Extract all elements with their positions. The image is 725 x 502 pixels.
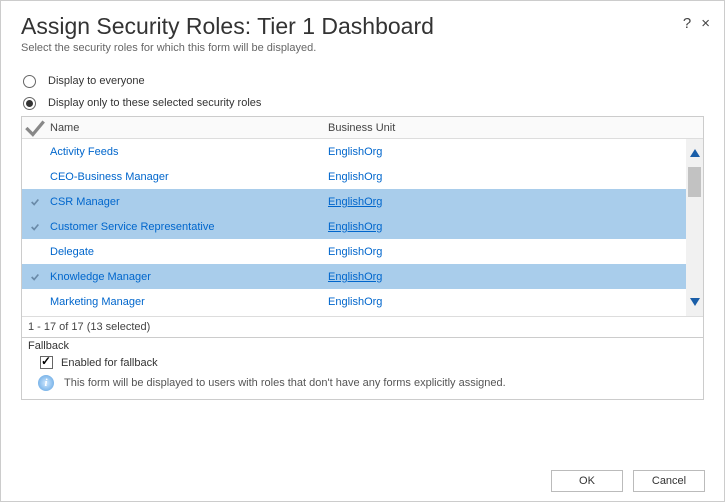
- column-header-name[interactable]: Name: [48, 122, 328, 134]
- table-row[interactable]: CSR Manager EnglishOrg: [22, 189, 703, 214]
- table-row[interactable]: Delegate EnglishOrg: [22, 239, 703, 264]
- business-unit-link[interactable]: EnglishOrg: [328, 171, 703, 183]
- role-name-link[interactable]: Customer Service Representative: [48, 221, 328, 233]
- table-row[interactable]: Marketing Manager EnglishOrg: [22, 289, 703, 314]
- dialog-title: Assign Security Roles: Tier 1 Dashboard: [21, 13, 704, 40]
- pager-text: 1 - 17 of 17 (13 selected): [22, 316, 703, 337]
- info-icon: i: [38, 375, 54, 391]
- table-row[interactable]: Knowledge Manager EnglishOrg: [22, 264, 703, 289]
- role-name-link[interactable]: CSR Manager: [48, 196, 328, 208]
- display-selected-option[interactable]: Display only to these selected security …: [21, 92, 704, 114]
- close-icon[interactable]: ×: [701, 15, 710, 32]
- table-row[interactable]: Customer Service Representative EnglishO…: [22, 214, 703, 239]
- row-check-icon[interactable]: [22, 222, 48, 232]
- scroll-thumb[interactable]: [688, 167, 701, 197]
- dialog-subtitle: Select the security roles for which this…: [21, 42, 704, 54]
- fallback-checkbox[interactable]: [40, 356, 53, 369]
- fallback-section: Fallback Enabled for fallback i This for…: [21, 338, 704, 400]
- help-icon[interactable]: ?: [683, 15, 691, 32]
- business-unit-link[interactable]: EnglishOrg: [328, 271, 703, 283]
- business-unit-link[interactable]: EnglishOrg: [328, 296, 703, 308]
- row-check-icon[interactable]: [22, 197, 48, 207]
- business-unit-link[interactable]: EnglishOrg: [328, 246, 703, 258]
- scrollbar[interactable]: [686, 139, 703, 316]
- select-all-checkbox[interactable]: [22, 115, 48, 141]
- role-name-link[interactable]: CEO-Business Manager: [48, 171, 328, 183]
- grid-header: Name Business Unit: [22, 117, 703, 139]
- roles-grid: Name Business Unit Activity Feeds Englis…: [21, 116, 704, 338]
- ok-button[interactable]: OK: [551, 470, 623, 492]
- role-name-link[interactable]: Activity Feeds: [48, 146, 328, 158]
- business-unit-link[interactable]: EnglishOrg: [328, 196, 703, 208]
- business-unit-link[interactable]: EnglishOrg: [328, 221, 703, 233]
- radio-icon[interactable]: [23, 97, 36, 110]
- row-check-icon[interactable]: [22, 272, 48, 282]
- fallback-info-text: This form will be displayed to users wit…: [64, 377, 506, 389]
- role-name-link[interactable]: Delegate: [48, 246, 328, 258]
- role-name-link[interactable]: Knowledge Manager: [48, 271, 328, 283]
- display-selected-label: Display only to these selected security …: [48, 97, 261, 109]
- cancel-button[interactable]: Cancel: [633, 470, 705, 492]
- business-unit-link[interactable]: EnglishOrg: [328, 146, 703, 158]
- table-row[interactable]: Activity Feeds EnglishOrg: [22, 139, 703, 164]
- fallback-header: Fallback: [28, 340, 697, 352]
- scroll-down-icon[interactable]: [686, 288, 703, 316]
- table-row[interactable]: CEO-Business Manager EnglishOrg: [22, 164, 703, 189]
- fallback-enabled-label: Enabled for fallback: [61, 357, 158, 369]
- column-header-business-unit[interactable]: Business Unit: [328, 122, 703, 134]
- display-everyone-label: Display to everyone: [48, 75, 145, 87]
- radio-icon[interactable]: [23, 75, 36, 88]
- role-name-link[interactable]: Marketing Manager: [48, 296, 328, 308]
- scroll-up-icon[interactable]: [686, 139, 703, 167]
- display-everyone-option[interactable]: Display to everyone: [21, 70, 704, 92]
